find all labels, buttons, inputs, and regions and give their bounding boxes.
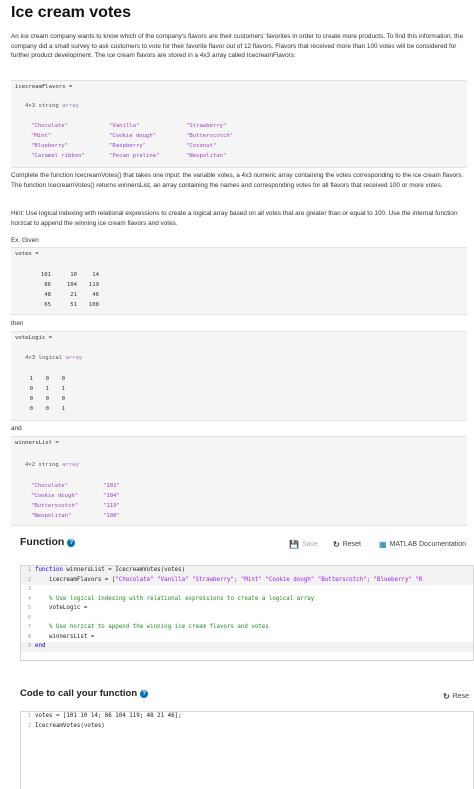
- code-line: 2 icecreamFlavors = ["Chocolate" "Vanill…: [21, 575, 473, 585]
- code-text: voteLogic =: [35, 605, 88, 611]
- line-number: 8: [27, 633, 31, 640]
- code-text: IcecreamVotes(votes): [35, 722, 105, 729]
- votes-output-box: votes = 101 10 14 86 104 119 48 21 46 65 51 108: [11, 247, 467, 315]
- code-text: end: [35, 643, 46, 649]
- line-number: 3: [27, 586, 31, 592]
- table-cell: "Raspberry": [109, 143, 147, 149]
- reset-button[interactable]: ↻ Reset: [333, 540, 361, 549]
- code-line: 1 function winnersList = IcecreamVotes(vo…: [21, 566, 473, 576]
- flavors-type-label: 4×3 string array: [25, 103, 79, 109]
- code-line[interactable]: 8 winnersList =: [21, 632, 473, 642]
- table-cell: "Chocolate": [31, 123, 69, 129]
- table-cell: "101": [103, 483, 120, 489]
- reset-icon: ↻: [333, 540, 340, 549]
- logic-output-box: voteLogic = 4×3 logical array 1000110000…: [11, 331, 467, 421]
- table-cell: "Cookie dough": [31, 493, 79, 499]
- and-label: and: [11, 425, 22, 432]
- then-label: then: [11, 320, 24, 327]
- table-cell: "104": [103, 493, 120, 499]
- table-cell: "Chocolate": [31, 483, 69, 489]
- code-line[interactable]: 2 IcecreamVotes(votes): [21, 721, 473, 731]
- table-cell: "119": [103, 503, 120, 509]
- table-cell: "Pecan praline": [109, 153, 160, 159]
- code-line[interactable]: 7 % Use horzcat to append the winning ic…: [21, 623, 473, 633]
- table-cell: "Vanilla": [109, 123, 140, 129]
- code-text: % Use logical indexing with relational e…: [35, 595, 315, 602]
- call-editor[interactable]: 1 votes = [101 10 14; 86 104 119; 48 21 4…: [20, 711, 474, 789]
- line-number: 2: [27, 722, 31, 729]
- table-cell: 108: [88, 302, 99, 308]
- save-button[interactable]: 💾 Save: [289, 540, 318, 549]
- help-icon[interactable]: ?: [140, 690, 149, 698]
- code-text: icecreamFlavors = ["Chocolate" "Vanilla"…: [35, 576, 423, 583]
- code-text: winnersList =: [35, 633, 95, 640]
- table-cell: "Butterscotch": [31, 503, 79, 509]
- table-cell: "Mint": [31, 133, 52, 139]
- table-cell: "Butterscotch": [186, 133, 234, 139]
- flavors-var-label: icecreamFlavors =: [15, 84, 73, 90]
- line-number: 6: [27, 614, 31, 621]
- matlab-documentation-button[interactable]: ▦ MATLAB Documentation: [379, 540, 466, 549]
- logic-type-label: 4×3 logical array: [25, 355, 83, 361]
- line-number: 1: [27, 567, 31, 573]
- code-text: % Use horzcat to append the winning ice …: [35, 624, 269, 630]
- page-title: Ice cream votes: [11, 4, 132, 21]
- table-cell: "Neopolitan": [31, 513, 72, 519]
- line-number: 5: [27, 605, 31, 611]
- task-paragraph: Complete the function IcecreamVotes() th…: [11, 172, 464, 189]
- hint-paragraph: Hint: Use logical indexing with relation…: [11, 210, 458, 227]
- call-reset-button[interactable]: ↻ Rese: [443, 692, 469, 701]
- line-number: 4: [27, 595, 31, 602]
- code-line[interactable]: 6: [21, 613, 473, 623]
- winners-output-box: winnersList = 4×2 string array "Chocolat…: [11, 436, 467, 526]
- reset-icon: ↻: [443, 692, 450, 701]
- table-cell: 0: [61, 396, 65, 402]
- code-line[interactable]: 1 votes = [101 10 14; 86 104 119; 48 21 4…: [21, 712, 473, 722]
- book-icon: ▦: [379, 540, 387, 549]
- flavors-output-box: icecreamFlavors = 4×3 string array "Choc…: [11, 80, 467, 168]
- code-text: votes = [101 10 14; 86 104 119; 48 21 46…: [35, 713, 182, 719]
- code-line[interactable]: 3: [21, 585, 473, 595]
- function-editor[interactable]: 1 function winnersList = IcecreamVotes(vo…: [20, 565, 474, 661]
- intro-paragraph: An ice cream company wants to know which…: [11, 33, 463, 60]
- ex-given-label: Ex. Given: [11, 237, 39, 244]
- table-cell: 1: [61, 386, 65, 392]
- line-number: 7: [27, 624, 31, 630]
- help-icon[interactable]: ?: [67, 539, 76, 547]
- votes-var-label: votes =: [15, 251, 39, 257]
- code-line[interactable]: 4 % Use logical indexing with relational…: [21, 594, 473, 604]
- table-cell: "Blueberry": [31, 143, 69, 149]
- winners-type-label: 4×2 string array: [25, 462, 79, 468]
- table-cell: "Cookie dough": [109, 133, 157, 139]
- logic-var-label: voteLogic =: [15, 335, 53, 341]
- code-line[interactable]: 5 voteLogic =: [21, 604, 473, 614]
- table-cell: "Strawberry": [186, 123, 227, 129]
- code-text: function winnersList = IcecreamVotes(vot…: [35, 567, 186, 573]
- table-cell: "Neopolitan": [186, 153, 227, 159]
- function-section-title: Function?: [20, 536, 76, 548]
- line-number: 9: [27, 643, 31, 649]
- save-icon: 💾: [289, 540, 299, 549]
- table-cell: "Coconut": [186, 143, 217, 149]
- table-cell: 119: [88, 282, 99, 288]
- table-cell: 1: [61, 406, 65, 412]
- winners-var-label: winnersList =: [15, 440, 59, 446]
- code-line: 9 end: [21, 642, 473, 652]
- line-number: 1: [27, 713, 31, 719]
- table-cell: 14: [92, 272, 99, 278]
- table-cell: 46: [92, 292, 99, 298]
- table-cell: 0: [61, 376, 65, 382]
- table-cell: "108": [103, 513, 120, 519]
- line-number: 2: [27, 576, 31, 583]
- table-cell: "Caramel ribbon": [31, 153, 85, 159]
- call-section-title: Code to call your function?: [20, 688, 149, 699]
